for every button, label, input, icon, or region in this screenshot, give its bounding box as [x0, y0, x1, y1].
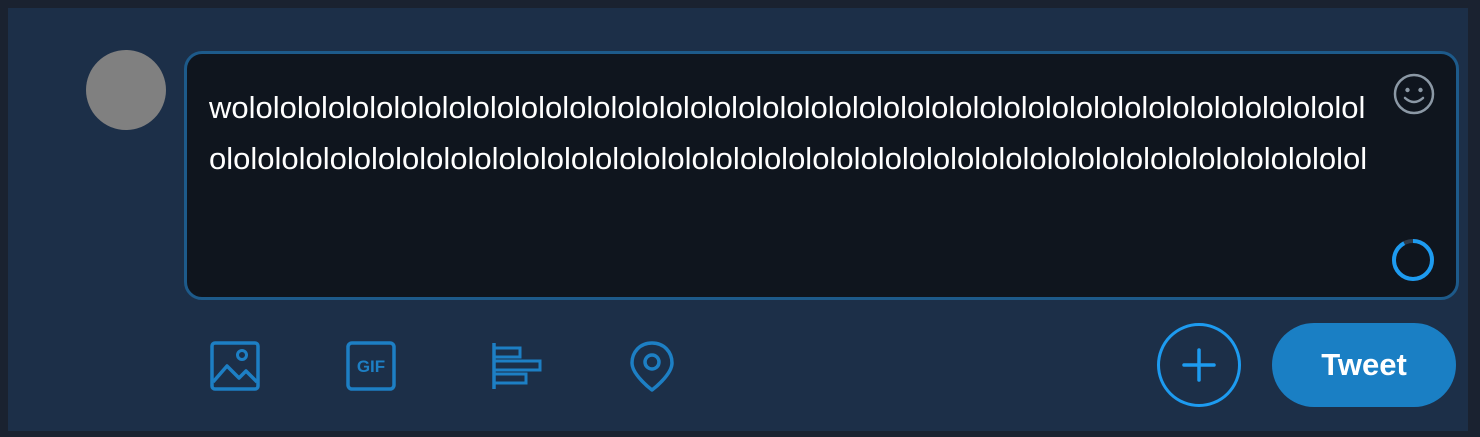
poll-icon[interactable]: [487, 338, 543, 394]
image-icon[interactable]: [207, 338, 263, 394]
character-counter-icon: [1392, 239, 1434, 281]
add-tweet-button[interactable]: [1157, 323, 1241, 407]
gif-label: GIF: [357, 357, 385, 376]
tweet-button[interactable]: Tweet: [1272, 323, 1456, 407]
tweet-composer-panel: wolololololololololololololololololololo…: [0, 0, 1480, 437]
tweet-text-area[interactable]: wolololololololololololololololololololo…: [184, 51, 1459, 300]
plus-icon: [1182, 348, 1216, 382]
emoji-icon[interactable]: [1392, 72, 1436, 116]
avatar[interactable]: [86, 50, 166, 130]
location-icon[interactable]: [624, 338, 680, 394]
tweet-text[interactable]: wolololololololololololololololololololo…: [209, 82, 1379, 184]
gif-icon[interactable]: GIF: [343, 338, 399, 394]
